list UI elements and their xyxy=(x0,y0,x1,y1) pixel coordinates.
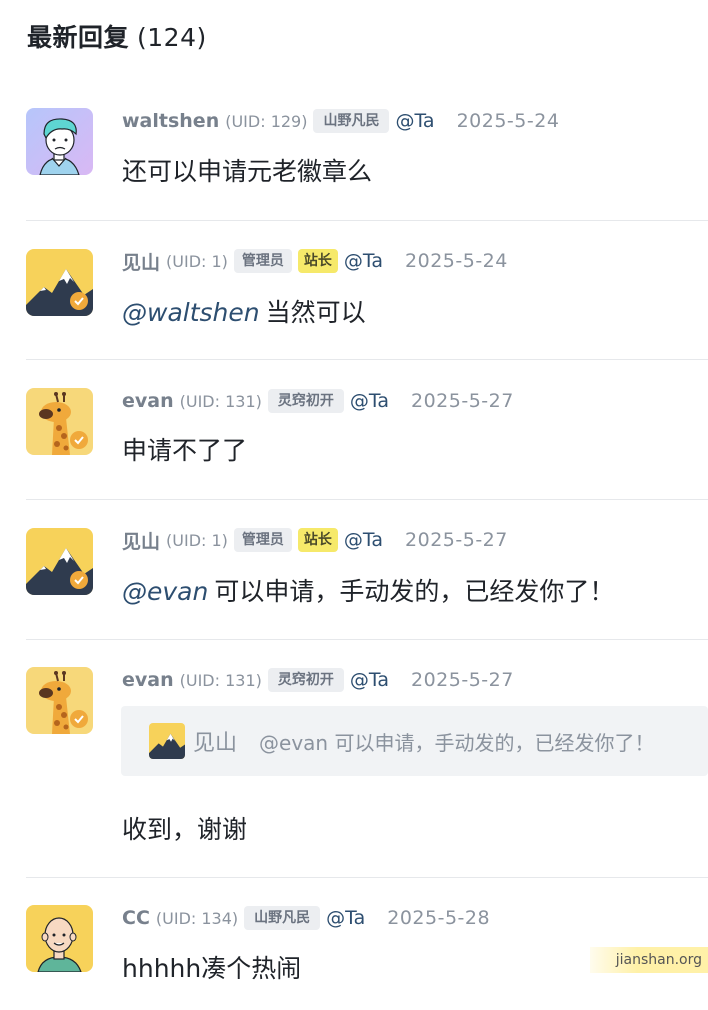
owner-badge: 站长 xyxy=(297,528,338,552)
section-title-text: 最新回复 xyxy=(27,23,130,52)
username[interactable]: 见山 xyxy=(122,527,160,554)
user-uid: (UID: 131) xyxy=(179,670,262,690)
comment-meta: waltshen (UID: 129) 山野凡民 @Ta 2025-5-24 xyxy=(122,108,559,134)
comment-body: 当然可以 xyxy=(265,298,366,327)
username[interactable]: waltshen xyxy=(122,110,219,132)
at-ta-button[interactable]: @Ta xyxy=(350,390,389,412)
comment-meta: evan (UID: 131) 灵窍初开 @Ta 2025-5-27 xyxy=(122,388,514,414)
avatar-giraffe-icon xyxy=(26,667,93,734)
level-badge: 山野凡民 xyxy=(244,906,321,930)
user-uid: (UID: 131) xyxy=(179,391,262,411)
user-uid: (UID: 1) xyxy=(166,251,228,271)
comment-text: hhhhh凑个热闹 xyxy=(122,954,302,983)
quote-author: 见山 xyxy=(193,731,238,756)
avatar[interactable] xyxy=(26,528,93,595)
avatar[interactable] xyxy=(26,388,93,455)
mention-link[interactable]: @evan xyxy=(122,577,208,606)
comment-text: @waltshen 当然可以 xyxy=(122,293,366,329)
avatar[interactable] xyxy=(26,905,93,972)
divider xyxy=(26,220,708,221)
comment-date: 2025-5-28 xyxy=(387,907,491,929)
owner-badge: 站长 xyxy=(297,249,338,273)
comment-meta: CC (UID: 134) 山野凡民 @Ta 2025-5-28 xyxy=(122,905,490,931)
username[interactable]: evan xyxy=(122,669,174,691)
at-ta-button[interactable]: @Ta xyxy=(350,669,389,691)
quote-text: @evan 可以申请，手动发的，已经发你了！ xyxy=(259,730,655,755)
comment-meta: 见山 (UID: 1) 管理员 站长 @Ta 2025-5-27 xyxy=(122,527,508,553)
divider xyxy=(26,499,708,500)
at-ta-button[interactable]: @Ta xyxy=(326,907,365,929)
section-title: 最新回复 (124) xyxy=(27,18,207,54)
reply-count: (124) xyxy=(137,23,207,52)
comment-date: 2025-5-24 xyxy=(405,250,508,272)
user-uid: (UID: 1) xyxy=(166,530,228,550)
comment-body: 可以申请，手动发的，已经发你了！ xyxy=(214,577,615,606)
comment-text: 收到，谢谢 xyxy=(122,815,248,844)
level-badge: 山野凡民 xyxy=(313,109,390,133)
username[interactable]: 见山 xyxy=(122,248,160,275)
avatar-man-blue-hair-icon xyxy=(26,108,93,175)
level-badge: 灵窍初开 xyxy=(267,668,344,692)
username[interactable]: CC xyxy=(122,907,150,929)
comment-text: 申请不了了 xyxy=(122,436,248,465)
avatar-mountain-icon xyxy=(26,528,93,595)
divider xyxy=(26,359,708,360)
at-ta-button[interactable]: @Ta xyxy=(344,529,383,551)
comment-date: 2025-5-27 xyxy=(410,669,514,691)
comment-meta: 见山 (UID: 1) 管理员 站长 @Ta 2025-5-24 xyxy=(122,248,508,274)
comment-date: 2025-5-27 xyxy=(405,529,508,551)
avatar-mountain-icon xyxy=(149,723,185,759)
comment-meta: evan (UID: 131) 灵窍初开 @Ta 2025-5-27 xyxy=(122,667,514,693)
comment-text: @evan 可以申请，手动发的，已经发你了！ xyxy=(122,572,614,608)
avatar[interactable] xyxy=(26,667,93,734)
quoted-reply[interactable]: 见山 @evan 可以申请，手动发的，已经发你了！ xyxy=(121,706,708,776)
avatar-bald-man-icon xyxy=(26,905,93,972)
comment-date: 2025-5-27 xyxy=(410,390,514,412)
avatar[interactable] xyxy=(26,249,93,316)
divider xyxy=(26,639,708,640)
quote-avatar xyxy=(149,723,185,759)
level-badge: 灵窍初开 xyxy=(267,389,344,413)
mention-link[interactable]: @waltshen xyxy=(122,298,260,327)
avatar-giraffe-icon xyxy=(26,388,93,455)
username[interactable]: evan xyxy=(122,390,174,412)
comment-text: 还可以申请元老徽章么 xyxy=(122,157,373,186)
user-uid: (UID: 129) xyxy=(225,111,308,131)
at-ta-button[interactable]: @Ta xyxy=(395,110,434,132)
user-uid: (UID: 134) xyxy=(155,908,239,928)
avatar[interactable] xyxy=(26,108,93,175)
divider xyxy=(26,877,708,878)
admin-badge: 管理员 xyxy=(233,249,292,273)
site-watermark: jianshan.org xyxy=(590,947,708,973)
admin-badge: 管理员 xyxy=(233,528,292,552)
avatar-mountain-icon xyxy=(26,249,93,316)
at-ta-button[interactable]: @Ta xyxy=(344,250,383,272)
comment-date: 2025-5-24 xyxy=(456,110,560,132)
